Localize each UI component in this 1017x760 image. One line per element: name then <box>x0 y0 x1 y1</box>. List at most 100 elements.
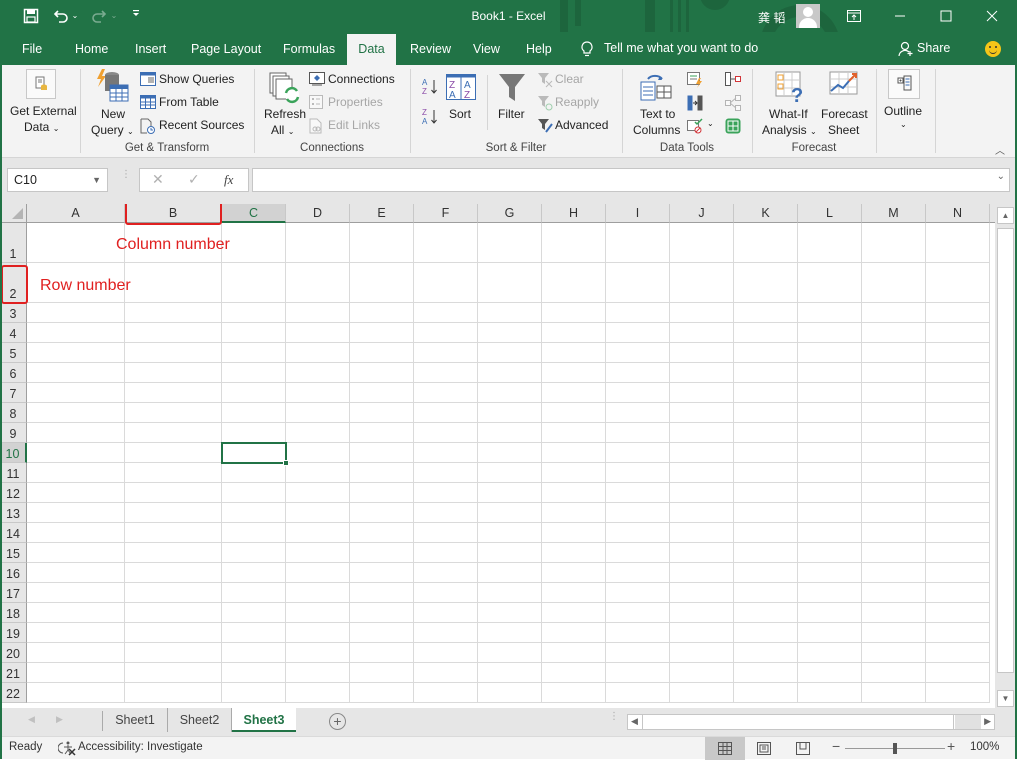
zoom-in-button[interactable]: + <box>947 738 955 754</box>
scroll-down-arrow-icon[interactable]: ▼ <box>997 690 1014 707</box>
forecast-sheet-label[interactable]: Forecast <box>821 107 868 121</box>
sort-z-to-a-button[interactable]: ZA <box>422 107 440 127</box>
column-header-d[interactable]: D <box>286 204 350 223</box>
filter-icon[interactable] <box>498 73 526 106</box>
fill-handle[interactable] <box>283 460 289 466</box>
collapse-ribbon-icon[interactable]: ︿ <box>995 142 1005 157</box>
row-header-15[interactable]: 15 <box>0 543 27 563</box>
new-query-label-2[interactable]: Query ⌄ <box>91 123 134 137</box>
edit-links-button[interactable]: Edit Links <box>328 118 380 132</box>
connections-button[interactable]: Connections <box>328 72 395 86</box>
column-header-f[interactable]: F <box>414 204 478 223</box>
refresh-all-label-2[interactable]: All ⌄ <box>271 123 294 137</box>
row-header-10[interactable]: 10 <box>0 443 27 463</box>
zoom-slider-thumb[interactable] <box>893 743 897 754</box>
expand-formula-bar-icon[interactable]: ⌄ <box>997 171 1005 182</box>
tab-file[interactable]: File <box>12 34 52 65</box>
row-header-5[interactable]: 5 <box>0 343 27 363</box>
outline-button[interactable]: Outline <box>884 104 922 118</box>
formula-bar-resize-handle[interactable]: ⋮ <box>121 170 131 188</box>
next-sheet-arrow-icon[interactable]: ▶ <box>56 714 63 725</box>
get-external-data-icon[interactable] <box>26 69 56 99</box>
row-header-18[interactable]: 18 <box>0 603 27 623</box>
recent-sources-button[interactable]: Recent Sources <box>159 118 244 132</box>
tab-data[interactable]: Data <box>347 34 396 65</box>
row-header-8[interactable]: 8 <box>0 403 27 423</box>
prev-sheet-arrow-icon[interactable]: ◀ <box>28 714 35 725</box>
row-header-1[interactable]: 1 <box>0 223 27 263</box>
get-external-data-label-2[interactable]: Data ⌄ <box>24 120 59 134</box>
column-header-c[interactable]: C <box>222 204 286 223</box>
properties-button[interactable]: Properties <box>328 95 383 109</box>
new-query-icon[interactable] <box>96 69 130 108</box>
vertical-scrollbar[interactable]: ▲ ▼ <box>995 204 1017 708</box>
new-query-label[interactable]: New <box>101 107 125 121</box>
forecast-sheet-icon[interactable] <box>829 71 859 104</box>
column-header-h[interactable]: H <box>542 204 606 223</box>
active-cell-c10[interactable] <box>221 442 289 466</box>
new-sheet-plus-icon[interactable]: + <box>329 713 346 730</box>
row-header-19[interactable]: 19 <box>0 623 27 643</box>
select-all-button[interactable] <box>0 204 27 223</box>
scroll-up-arrow-icon[interactable]: ▲ <box>997 207 1014 224</box>
from-table-button[interactable]: From Table <box>159 95 219 109</box>
row-header-3[interactable]: 3 <box>0 303 27 323</box>
share-button[interactable]: Share <box>898 32 950 65</box>
tab-review[interactable]: Review <box>400 34 461 65</box>
tab-view[interactable]: View <box>463 34 510 65</box>
hscroll-split-handle[interactable]: ⋮ <box>609 712 619 722</box>
flash-fill-icon[interactable] <box>687 72 703 88</box>
row-header-13[interactable]: 13 <box>0 503 27 523</box>
sort-icon[interactable]: ZAAZ <box>446 74 476 103</box>
text-to-columns-icon[interactable] <box>640 70 674 107</box>
tell-me-search[interactable]: Tell me what you want to do <box>580 32 758 65</box>
zoom-level[interactable]: 100% <box>970 741 999 753</box>
horizontal-scroll-track[interactable] <box>955 715 981 729</box>
row-header-9[interactable]: 9 <box>0 423 27 443</box>
page-layout-view-button[interactable] <box>757 742 771 758</box>
sort-button[interactable]: Sort <box>449 107 471 121</box>
row-header-7[interactable]: 7 <box>0 383 27 403</box>
tab-insert[interactable]: Insert <box>125 34 176 65</box>
text-to-columns-label[interactable]: Text to <box>640 107 675 121</box>
avatar[interactable] <box>796 4 820 28</box>
row-header-4[interactable]: 4 <box>0 323 27 343</box>
consolidate-icon[interactable] <box>725 72 741 88</box>
reapply-button[interactable]: Reapply <box>555 95 599 109</box>
filter-button[interactable]: Filter <box>498 107 525 121</box>
spreadsheet-grid[interactable]: A B C D E F G H I J K L M N 1 2 3 4 5 6 7 8 9 10 11 12 13 14 15 16 17 1… <box>0 204 995 708</box>
sheet-tab-sheet1[interactable]: Sheet1 <box>103 708 168 732</box>
row-header-14[interactable]: 14 <box>0 523 27 543</box>
column-header-i[interactable]: I <box>606 204 670 223</box>
row-header-16[interactable]: 16 <box>0 563 27 583</box>
zoom-out-button[interactable]: − <box>832 738 840 754</box>
column-header-m[interactable]: M <box>862 204 926 223</box>
user-name[interactable]: 龚 韬 <box>758 9 785 26</box>
manage-data-model-icon[interactable] <box>725 118 741 134</box>
sheet-tab-sheet3[interactable]: Sheet3 <box>232 708 296 732</box>
row-header-11[interactable]: 11 <box>0 463 27 483</box>
outline-icon[interactable] <box>888 69 920 99</box>
row-header-22[interactable]: 22 <box>0 683 27 703</box>
data-validation-icon[interactable] <box>687 118 703 134</box>
outline-chevron-down-icon[interactable]: ⌄ <box>900 120 907 129</box>
tab-home[interactable]: Home <box>65 34 118 65</box>
column-header-n[interactable]: N <box>926 204 990 223</box>
row-header-6[interactable]: 6 <box>0 363 27 383</box>
column-header-a[interactable]: A <box>27 204 125 223</box>
column-header-j[interactable]: J <box>670 204 734 223</box>
column-header-l[interactable]: L <box>798 204 862 223</box>
what-if-analysis-label[interactable]: What-If <box>769 107 808 121</box>
what-if-analysis-icon[interactable]: ? <box>775 71 807 107</box>
name-box[interactable]: C10 ▼ <box>7 168 108 192</box>
enter-icon[interactable]: ✓ <box>188 171 200 188</box>
accessibility-icon[interactable] <box>57 740 76 759</box>
page-break-preview-button[interactable] <box>796 742 810 758</box>
accessibility-status[interactable]: Accessibility: Investigate <box>78 741 203 753</box>
row-header-17[interactable]: 17 <box>0 583 27 603</box>
minimize-button[interactable] <box>877 0 923 32</box>
forecast-sheet-label-2[interactable]: Sheet <box>828 123 859 137</box>
show-queries-button[interactable]: Show Queries <box>159 72 234 86</box>
relationships-icon[interactable] <box>725 95 741 111</box>
get-external-data-label[interactable]: Get External <box>10 104 77 118</box>
